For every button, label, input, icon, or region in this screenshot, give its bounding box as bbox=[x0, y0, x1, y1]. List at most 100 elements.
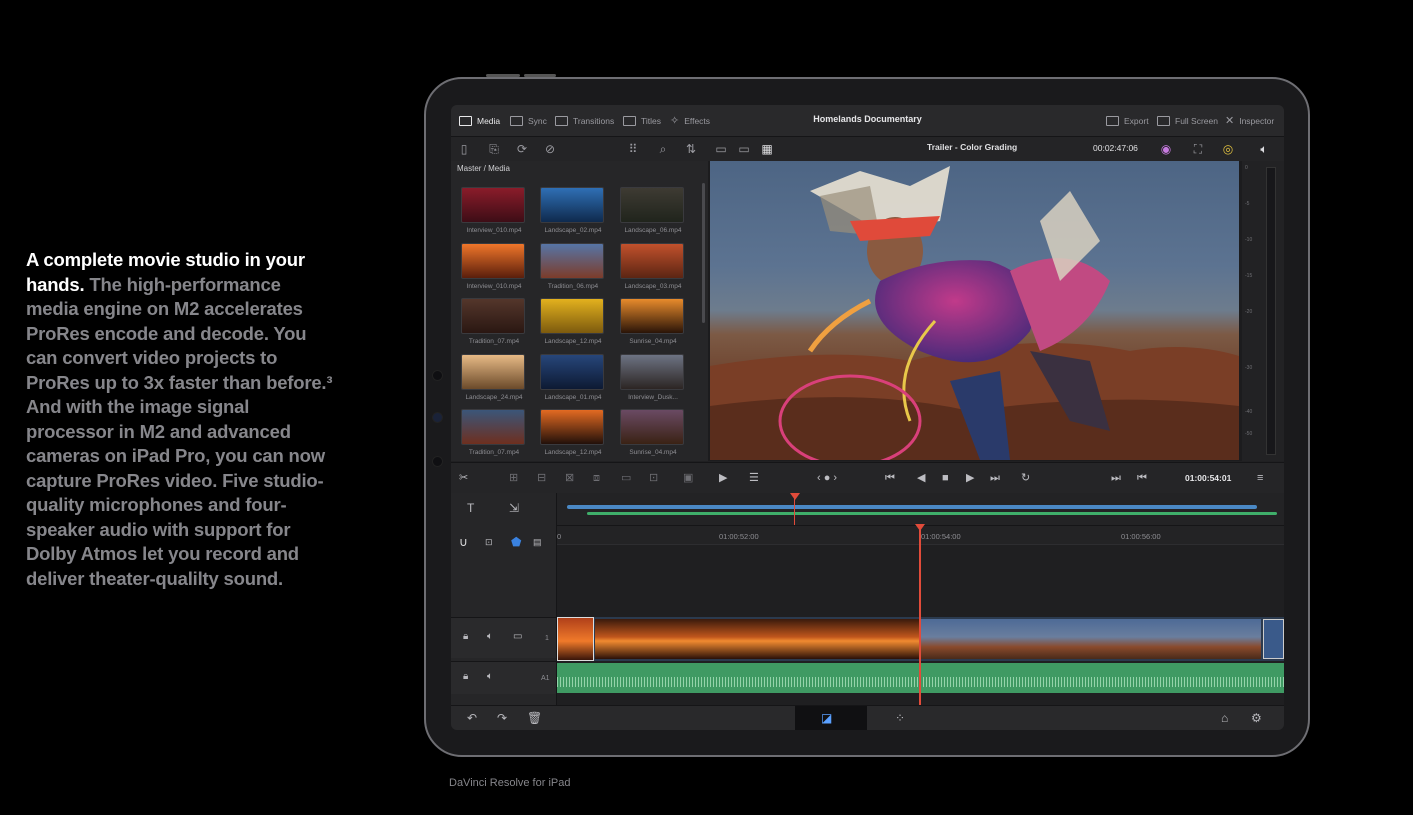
media-clip[interactable]: Landscape_12.mp4 bbox=[540, 298, 606, 345]
timeline-viewer-icon[interactable]: ▦ bbox=[760, 142, 774, 156]
grid-view-icon[interactable]: ⠿ bbox=[626, 142, 640, 156]
inspector-button[interactable]: ✕ Inspector bbox=[1225, 105, 1274, 136]
tab-transitions[interactable]: Transitions bbox=[555, 105, 614, 136]
append-icon[interactable]: ⊡ bbox=[649, 471, 658, 485]
meter-label: -10 bbox=[1245, 237, 1253, 243]
lock-icon[interactable]: 🔒︎ bbox=[463, 630, 468, 644]
flag-icon[interactable]: ⬟ bbox=[511, 535, 521, 549]
edit-page-icon[interactable]: ⁘ bbox=[895, 711, 905, 725]
source-viewer-icon[interactable]: ▭ bbox=[714, 142, 728, 156]
media-clip[interactable]: Landscape_01.mp4 bbox=[540, 353, 606, 401]
snapping-icon[interactable]: ∪ bbox=[459, 535, 468, 549]
blade-icon[interactable]: ✂ bbox=[459, 471, 468, 485]
media-clip[interactable]: Landscape_02.mp4 bbox=[540, 187, 606, 234]
tab-effects[interactable]: ✧ Effects bbox=[670, 105, 710, 136]
video-toggle-icon[interactable]: ▭ bbox=[513, 630, 522, 644]
media-clip[interactable]: Tradition_06.mp4 bbox=[540, 242, 606, 290]
image-caption: DaVinci Resolve for iPad bbox=[449, 777, 571, 789]
ruler-label: 01:00:56:00 bbox=[1121, 532, 1161, 541]
media-clip[interactable]: Interview_Dusk... bbox=[620, 353, 686, 401]
play-icon[interactable]: ▶ bbox=[966, 471, 974, 485]
play-reverse-icon[interactable]: ◀ bbox=[917, 471, 925, 485]
tab-media[interactable]: Media bbox=[459, 105, 500, 136]
mute-icon[interactable]: 🔈︎ bbox=[487, 670, 493, 684]
video-clip-selected[interactable] bbox=[557, 617, 594, 661]
media-clip[interactable]: Tradition_07.mp4 bbox=[461, 409, 527, 456]
insert-icon[interactable]: ⊞ bbox=[509, 471, 518, 485]
export-button[interactable]: Export bbox=[1106, 105, 1149, 136]
audio-toggle-icon[interactable]: 🔈︎ bbox=[487, 630, 493, 644]
cut-page-icon: ◪ bbox=[821, 711, 833, 725]
tab-titles-label: Titles bbox=[641, 115, 661, 126]
playhead[interactable] bbox=[919, 529, 921, 705]
mini-playhead-cap[interactable] bbox=[790, 493, 800, 500]
place-on-top-icon[interactable]: ▭ bbox=[621, 471, 631, 485]
replace-icon[interactable]: ⊠ bbox=[565, 471, 574, 485]
fullscreen-button[interactable]: Full Screen bbox=[1157, 105, 1218, 136]
cut-page-button[interactable]: ◪ bbox=[795, 706, 867, 730]
transform-icon[interactable]: ⛶ bbox=[1191, 142, 1205, 156]
ripple-icon[interactable]: ▣ bbox=[683, 471, 693, 485]
panel-toggle-icon[interactable]: ▯ bbox=[457, 142, 471, 156]
sort-icon[interactable]: ⇅ bbox=[684, 142, 698, 156]
tab-titles[interactable]: Titles bbox=[623, 105, 661, 136]
media-clip[interactable]: Landscape_12.mp4 bbox=[540, 409, 606, 456]
tab-transitions-label: Transitions bbox=[573, 115, 615, 126]
import-icon[interactable]: ⎘ bbox=[487, 142, 501, 156]
search-icon[interactable]: ⌕ bbox=[656, 142, 670, 156]
home-icon[interactable]: ⌂ bbox=[1221, 711, 1228, 725]
mini-timeline[interactable] bbox=[557, 493, 1284, 526]
volume-icon[interactable]: 🔈︎ bbox=[1257, 142, 1271, 156]
go-to-start-icon[interactable]: ⏮ bbox=[885, 471, 895, 485]
video-clip-next[interactable] bbox=[1263, 619, 1284, 659]
redo-icon[interactable]: ↷ bbox=[497, 711, 507, 725]
settings-sliders-icon[interactable]: ☰ bbox=[749, 471, 759, 485]
arrow-tool-icon[interactable]: ⇲ bbox=[509, 501, 519, 515]
ruler-label: 01:00:52:00 bbox=[719, 532, 759, 541]
media-clip[interactable]: Interview_010.mp4 bbox=[461, 187, 527, 234]
davinci-resolve-screen: Media Sync Transitions Titles ✧ Effects … bbox=[451, 105, 1284, 730]
loop-icon[interactable]: ↻ bbox=[1021, 471, 1030, 485]
meter-label: -15 bbox=[1245, 273, 1253, 279]
meter-label: -30 bbox=[1245, 365, 1253, 371]
media-pool-scrollbar[interactable] bbox=[702, 183, 705, 323]
trim-icon[interactable]: ▶ bbox=[719, 471, 727, 485]
media-clip[interactable]: Interview_010.mp4 bbox=[461, 242, 527, 290]
media-clip[interactable]: Landscape_03.mp4 bbox=[620, 242, 686, 290]
meter-label: -5 bbox=[1245, 201, 1250, 207]
jog-icon[interactable]: ‹ ● › bbox=[817, 471, 837, 485]
media-clip[interactable]: Tradition_07.mp4 bbox=[461, 298, 527, 345]
next-edit-icon[interactable]: ⏭ bbox=[1111, 471, 1121, 485]
gear-icon[interactable]: ⚙ bbox=[1251, 711, 1262, 725]
go-to-end-icon[interactable]: ⏭ bbox=[990, 471, 1000, 485]
overwrite-icon[interactable]: ⊟ bbox=[537, 471, 546, 485]
video-clip-dancer[interactable] bbox=[921, 619, 1261, 659]
tab-effects-label: Effects bbox=[684, 115, 711, 126]
menu-icon[interactable]: ≡ bbox=[1257, 471, 1263, 485]
color-wheel-icon[interactable]: ◎ bbox=[1221, 142, 1235, 156]
prev-edit-icon[interactable]: ⏮ bbox=[1137, 471, 1147, 485]
trash-icon[interactable]: 🗑︎ bbox=[527, 711, 542, 725]
meter-label: -50 bbox=[1245, 431, 1253, 437]
media-clip[interactable]: Sunrise_04.mp4 bbox=[620, 298, 686, 345]
unlink-icon[interactable]: ⊘ bbox=[543, 142, 557, 156]
viewer-frame[interactable] bbox=[710, 161, 1239, 460]
dual-viewer-icon[interactable]: ▭ bbox=[737, 142, 751, 156]
audio-meters: 0 -5 -10 -15 -20 -30 -40 -50 bbox=[1242, 161, 1284, 461]
fit-to-fill-icon[interactable]: ⧈ bbox=[593, 471, 600, 485]
media-clip[interactable]: Landscape_24.mp4 bbox=[461, 353, 527, 401]
stop-icon[interactable]: ■ bbox=[942, 471, 949, 485]
color-grade-icon[interactable]: ◉ bbox=[1159, 142, 1173, 156]
relink-icon[interactable]: ⟳ bbox=[515, 142, 529, 156]
breadcrumb[interactable]: Master / Media bbox=[457, 164, 510, 173]
lock-icon[interactable]: 🔒︎ bbox=[463, 670, 468, 684]
media-clip[interactable]: Landscape_06.mp4 bbox=[620, 187, 686, 234]
media-clip[interactable]: Sunrise_04.mp4 bbox=[620, 409, 686, 456]
timeline-name[interactable]: Trailer - Color Grading bbox=[927, 142, 1017, 152]
text-tool-icon[interactable]: T bbox=[467, 501, 474, 515]
tab-sync[interactable]: Sync bbox=[510, 105, 547, 136]
video-clip-sunset[interactable] bbox=[595, 619, 919, 659]
link-icon[interactable]: ⊡ bbox=[485, 535, 493, 549]
marker-icon[interactable]: ▤ bbox=[533, 535, 542, 549]
undo-icon[interactable]: ↶ bbox=[467, 711, 477, 725]
